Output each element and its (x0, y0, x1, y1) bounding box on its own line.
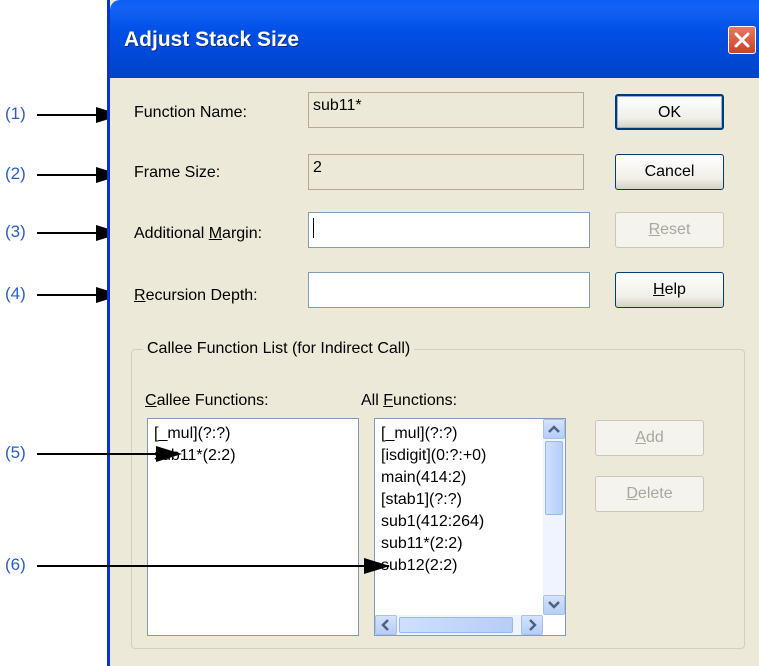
list-item[interactable]: sub12(2:2) (375, 555, 543, 577)
help-button-accel: H (653, 281, 665, 298)
scroll-left-button[interactable] (375, 615, 397, 635)
horizontal-scrollbar[interactable] (375, 615, 543, 635)
all-functions-list[interactable]: [_mul](?:?) [isdigit](0:?:+0) main(414:2… (374, 418, 566, 636)
callee-function-group-title: Callee Function List (for Indirect Call) (143, 340, 415, 358)
list-item[interactable]: [stab1](?:?) (375, 489, 543, 511)
scroll-right-button[interactable] (521, 615, 543, 635)
all-functions-label-post: unctions: (393, 392, 458, 409)
close-button[interactable] (728, 26, 756, 54)
recursion-depth-label-post: ecursion Depth: (145, 287, 258, 304)
list-item[interactable]: sub11*(2:2) (375, 533, 543, 555)
vertical-scrollbar[interactable] (543, 419, 565, 615)
recursion-depth-label: Recursion Depth: (134, 287, 258, 305)
scroll-thumb[interactable] (545, 441, 563, 515)
hscroll-thumb[interactable] (399, 617, 513, 633)
frame-size-label: Frame Size: (134, 164, 221, 181)
list-item[interactable]: [_mul](?:?) (375, 423, 543, 445)
delete-button-label: elete (637, 485, 673, 502)
additional-margin-label-post: argin: (222, 225, 263, 242)
all-functions-label-pre: All (361, 392, 384, 409)
delete-button-accel: D (626, 485, 638, 502)
callout-3: (3) (5, 222, 26, 241)
dialog-title: Adjust Stack Size (124, 28, 300, 51)
title-bar[interactable]: Adjust Stack Size (110, 0, 759, 78)
chevron-left-icon (381, 619, 389, 631)
cancel-button[interactable]: Cancel (615, 154, 724, 190)
frame-size-field: 2 (308, 154, 584, 190)
add-button-label: dd (645, 429, 664, 446)
reset-button-label: eset (660, 221, 691, 238)
text-caret (313, 218, 314, 238)
help-button[interactable]: Help (615, 272, 724, 308)
recursion-depth-label-accel: R (134, 287, 146, 304)
add-button-accel: A (635, 429, 646, 446)
callout-4-arrow (37, 294, 97, 296)
additional-margin-label-pre: Additional (134, 225, 209, 242)
recursion-depth-input[interactable] (308, 272, 590, 308)
chevron-up-icon (548, 425, 560, 433)
callout-2-arrow (37, 174, 97, 176)
close-icon (734, 32, 750, 48)
callout-4: (4) (5, 284, 26, 303)
list-item[interactable]: [isdigit](0:?:+0) (375, 445, 543, 467)
delete-button[interactable]: Delete (595, 476, 704, 512)
callout-6: (6) (5, 555, 26, 574)
chevron-down-icon (548, 601, 560, 609)
callee-functions-label-accel: C (145, 392, 157, 409)
scroll-up-button[interactable] (543, 419, 565, 439)
callout-1-arrow (37, 114, 97, 116)
ok-button[interactable]: OK (615, 94, 724, 130)
callout-5-arrow (37, 453, 157, 455)
chevron-right-icon (529, 619, 537, 631)
callout-5-arrowhead (156, 446, 182, 462)
scroll-down-button[interactable] (543, 595, 565, 615)
callout-5: (5) (5, 443, 26, 462)
additional-margin-input[interactable] (308, 212, 590, 248)
callout-6-arrowhead (364, 558, 390, 574)
function-name-field: sub11* (308, 92, 584, 128)
list-item[interactable]: main(414:2) (375, 467, 543, 489)
callout-2: (2) (5, 164, 26, 183)
all-functions-label-accel: F (383, 392, 394, 409)
list-item[interactable]: [_mul](?:?) (148, 423, 358, 445)
reset-button-accel: R (648, 221, 661, 238)
help-button-label: elp (664, 281, 686, 298)
all-functions-label: All Functions: (361, 392, 457, 410)
callout-1: (1) (5, 104, 26, 123)
list-item[interactable]: sub1(412:264) (375, 511, 543, 533)
callout-6-arrow (37, 565, 389, 567)
callout-3-arrow (37, 232, 97, 234)
callee-functions-label: Callee Functions: (145, 392, 269, 410)
additional-margin-label: Additional Margin: (134, 225, 262, 243)
function-name-label: Function Name: (134, 104, 247, 121)
callee-functions-label-post: allee Functions: (156, 392, 269, 409)
add-button[interactable]: Add (595, 420, 704, 456)
reset-button[interactable]: Reset (615, 212, 724, 248)
additional-margin-label-accel: M (208, 225, 223, 242)
